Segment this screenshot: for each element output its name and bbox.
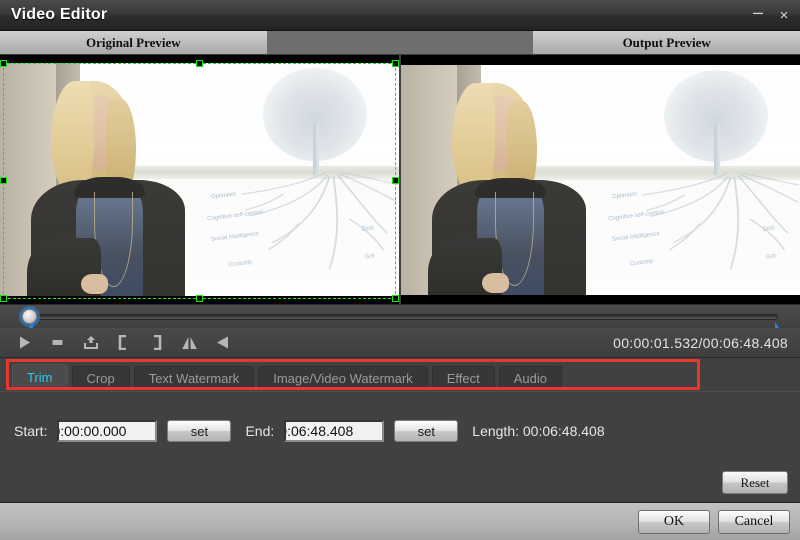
header-divider — [266, 31, 534, 54]
preview-area: Optimism Cognitive self-control Social i… — [0, 55, 800, 304]
ok-button[interactable]: OK — [638, 509, 710, 534]
video-scene: Optimism Cognitive self-control Social i… — [401, 65, 800, 295]
slide-word: Zest — [762, 224, 775, 233]
start-time-value: 0:00:00.000 — [57, 423, 127, 439]
window-controls: – × — [750, 0, 792, 30]
scrubber-bar[interactable] — [0, 304, 800, 335]
original-video-frame: Optimism Cognitive self-control Social i… — [0, 63, 399, 296]
slide-word: Social intelligence — [210, 231, 260, 243]
slide-word: Optimism — [611, 191, 638, 201]
set-end-button[interactable]: set — [394, 420, 459, 442]
reset-button[interactable]: Reset — [722, 471, 788, 494]
length-label: Length: 00:06:48.408 — [472, 423, 605, 439]
title-bar: Video Editor – × — [0, 0, 800, 31]
mark-in-bracket-icon[interactable] — [107, 329, 140, 356]
hair-front — [50, 81, 95, 194]
tab-image-video-watermark[interactable]: Image/Video Watermark — [258, 366, 428, 390]
flip-vertical-icon[interactable] — [206, 329, 239, 356]
tab-trim[interactable]: Trim — [12, 364, 68, 390]
tab-text-watermark[interactable]: Text Watermark — [133, 366, 255, 390]
video-scene: Optimism Cognitive self-control Social i… — [0, 63, 399, 296]
original-preview-pane[interactable]: Optimism Cognitive self-control Social i… — [0, 55, 399, 304]
crop-handle-bottom-right[interactable] — [392, 295, 399, 302]
slide-word: Curiosity — [630, 258, 655, 268]
crop-handle-bottom-left[interactable] — [0, 295, 7, 302]
slide-word: Grit — [364, 253, 376, 261]
tab-crop[interactable]: Crop — [71, 366, 130, 390]
timecode-display: 00:00:01.532/00:06:48.408 — [613, 334, 788, 351]
slide-word: Cognitive self-control — [608, 210, 665, 223]
mark-out-bracket-icon[interactable] — [140, 329, 173, 356]
original-preview-label: Original Preview — [85, 34, 181, 50]
set-start-button[interactable]: set — [167, 420, 232, 442]
slide-word: Optimism — [210, 191, 237, 201]
end-label: End: — [245, 423, 275, 439]
window-title: Video Editor — [11, 6, 108, 23]
slide-word: Social intelligence — [611, 230, 661, 243]
slide-word: Grit — [765, 253, 777, 261]
tree-trunk — [713, 124, 721, 176]
crop-handle-bottom-center[interactable] — [195, 295, 203, 302]
start-time-input[interactable]: 0:00:00.000 — [57, 420, 158, 442]
hair-front — [451, 83, 496, 194]
hand — [80, 273, 108, 294]
hand — [481, 272, 509, 293]
person-figure — [425, 74, 593, 295]
tab-audio[interactable]: Audio — [498, 366, 562, 390]
end-time-input[interactable]: 0:06:48.408 — [284, 420, 385, 442]
scrubber-track[interactable] — [28, 314, 778, 320]
tab-list: Trim Crop Text Watermark Image/Video Wat… — [0, 363, 800, 390]
end-time-value: 0:06:48.408 — [284, 423, 354, 439]
video-editor-window: Video Editor – × Original Preview Output… — [0, 0, 800, 540]
dialog-footer: OK Cancel — [0, 502, 800, 540]
minimize-icon[interactable]: – — [750, 3, 766, 26]
tab-effect[interactable]: Effect — [431, 366, 495, 390]
tree-trunk — [312, 123, 320, 175]
tab-strip: Trim Crop Text Watermark Image/Video Wat… — [0, 358, 800, 391]
trim-controls-row: Start: 0:00:00.000 set End: 0:06:48.408 … — [0, 418, 800, 444]
output-preview-label: Output Preview — [622, 34, 711, 50]
slide-keywords: Optimism Cognitive self-control Social i… — [207, 189, 391, 292]
slide-word: Zest — [361, 225, 374, 233]
slide-keywords: Optimism Cognitive self-control Social i… — [608, 189, 792, 290]
output-video-frame: Optimism Cognitive self-control Social i… — [401, 65, 800, 295]
start-label: Start: — [14, 423, 48, 439]
cancel-button[interactable]: Cancel — [718, 509, 790, 534]
stop-icon[interactable] — [41, 329, 74, 356]
person-figure — [24, 72, 192, 296]
trim-panel: Start: 0:00:00.000 set End: 0:06:48.408 … — [0, 391, 800, 502]
play-icon[interactable] — [8, 329, 41, 356]
slide-word: Curiosity — [229, 259, 254, 268]
flip-horizontal-icon[interactable] — [173, 329, 206, 356]
output-preview-pane[interactable]: Optimism Cognitive self-control Social i… — [399, 55, 800, 304]
close-icon[interactable]: × — [776, 7, 792, 23]
snapshot-icon[interactable] — [74, 329, 107, 356]
slide-word: Cognitive self-control — [207, 210, 264, 223]
transport-toolbar: 00:00:01.532/00:06:48.408 — [0, 328, 800, 358]
preview-headers: Original Preview Output Preview — [0, 31, 800, 55]
